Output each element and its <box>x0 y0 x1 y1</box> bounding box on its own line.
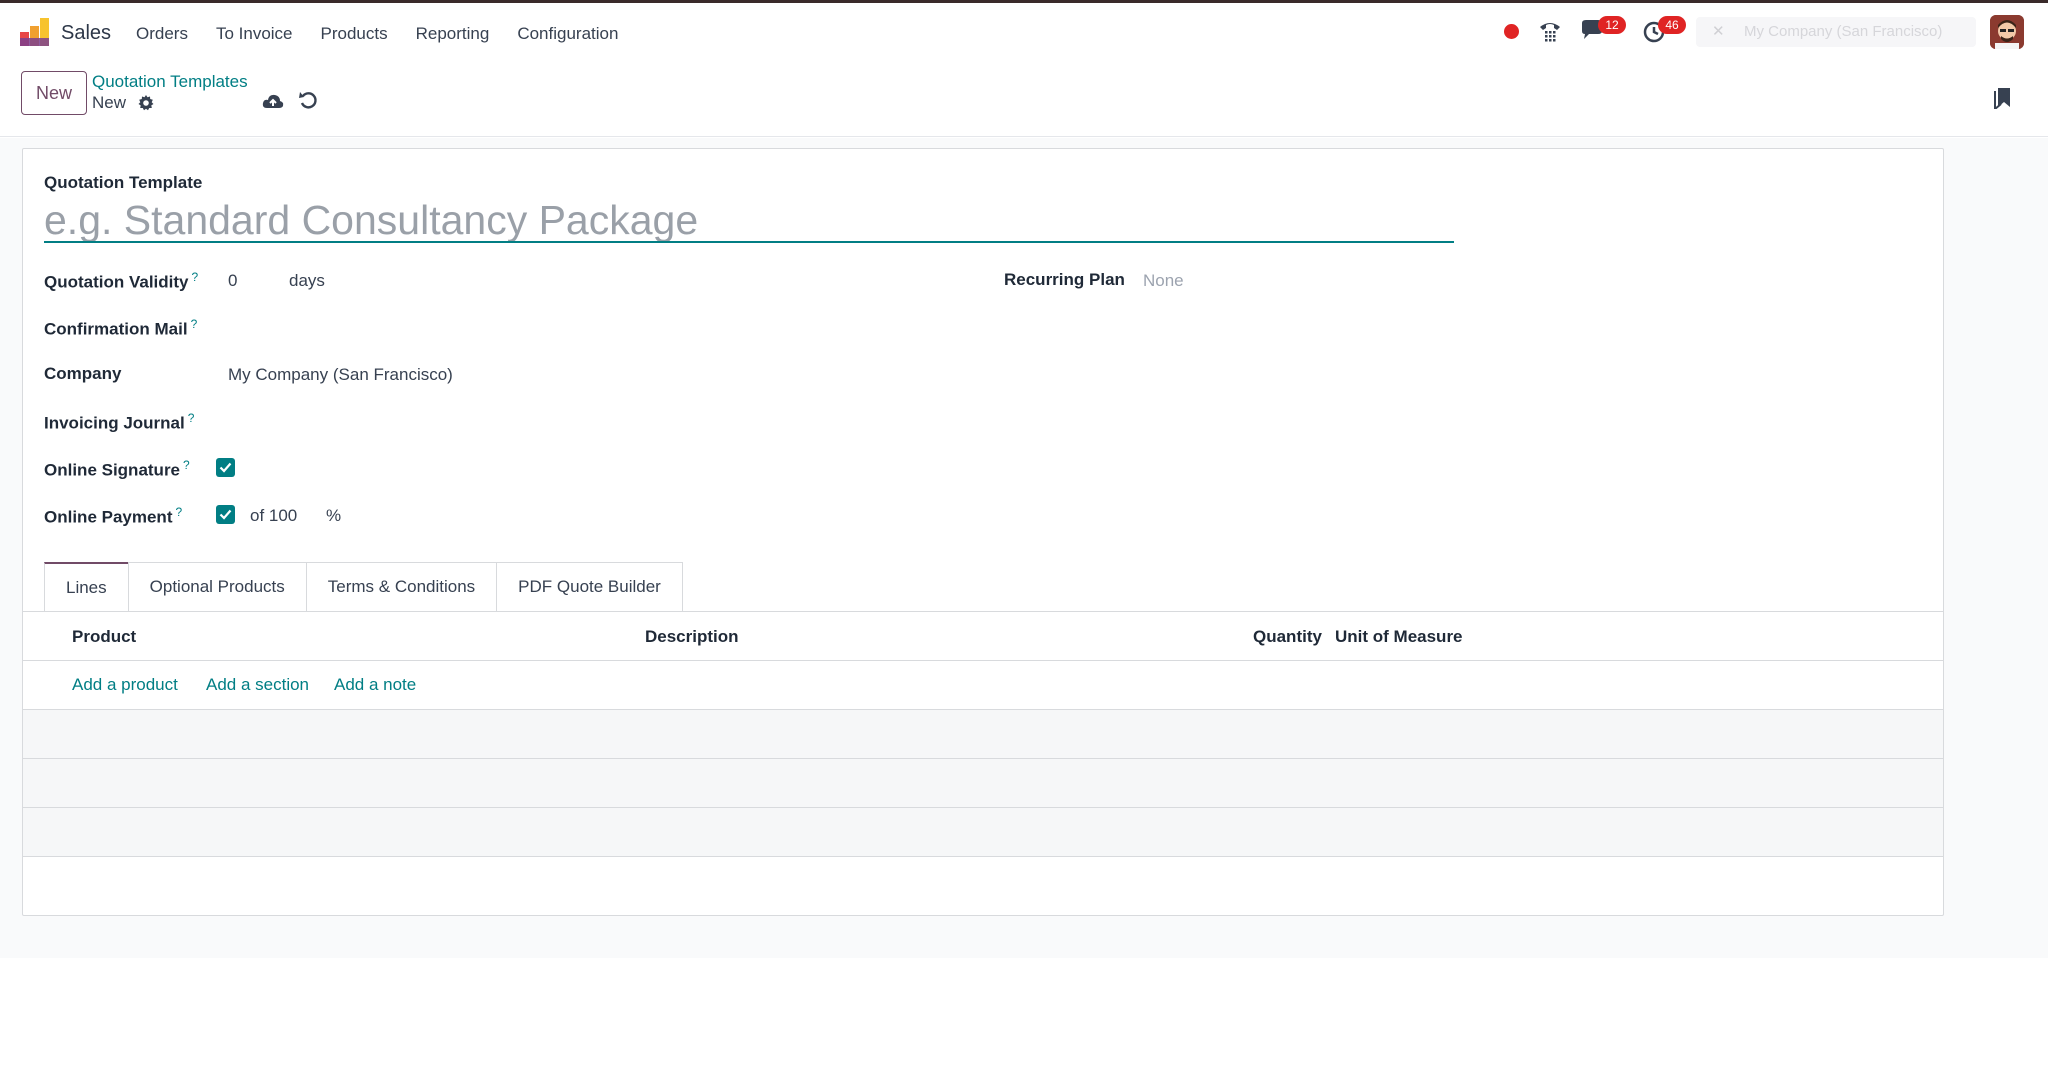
column-product[interactable]: Product <box>72 627 136 647</box>
online-signature-checkbox[interactable] <box>216 458 235 477</box>
online-signature-label: Online Signature? <box>44 458 190 481</box>
messages-badge: 12 <box>1598 16 1626 34</box>
prepayment-percent-unit: % <box>326 506 342 525</box>
notebook-tabs: Lines Optional Products Terms & Conditio… <box>44 562 683 612</box>
quotation-validity-label: Quotation Validity? <box>44 270 198 293</box>
online-signature-text: Online Signature <box>44 460 181 480</box>
menu-to-invoice[interactable]: To Invoice <box>216 24 293 44</box>
column-unit-of-measure[interactable]: Unit of Measure <box>1335 627 1463 647</box>
template-name-label: Quotation Template <box>44 173 203 192</box>
menu-reporting[interactable]: Reporting <box>416 24 490 44</box>
recording-indicator-icon[interactable] <box>1504 24 1519 39</box>
prepayment-percent-input[interactable]: of 100 <box>250 506 297 526</box>
discard-undo-icon[interactable] <box>298 90 318 110</box>
column-description[interactable]: Description <box>645 627 739 647</box>
lines-table-header: Product Description Quantity Unit of Mea… <box>23 612 1943 661</box>
recurring-plan-field[interactable]: None <box>1143 271 1184 291</box>
online-payment-checkbox[interactable] <box>216 505 235 524</box>
gear-icon[interactable] <box>137 94 155 112</box>
tab-optional-products[interactable]: Optional Products <box>127 562 307 612</box>
menu-products[interactable]: Products <box>321 24 388 44</box>
invoicing-journal-field[interactable] <box>228 411 828 433</box>
recurring-plan-label: Recurring Plan <box>1004 270 1125 289</box>
company-switcher[interactable]: ✕ My Company (San Francisco) <box>1696 17 1976 47</box>
quotation-validity-unit: days <box>289 271 325 290</box>
confirmation-mail-field[interactable] <box>228 317 828 339</box>
close-icon: ✕ <box>1712 23 1725 40</box>
invoicing-journal-text: Invoicing Journal <box>44 413 185 433</box>
help-tooltip-icon[interactable]: ? <box>192 270 199 284</box>
online-payment-label: Online Payment? <box>44 505 182 528</box>
invoicing-journal-label: Invoicing Journal? <box>44 411 194 434</box>
tab-pdf-quote-builder[interactable]: PDF Quote Builder <box>496 562 683 612</box>
online-payment-text: Online Payment <box>44 507 173 527</box>
save-cloud-icon[interactable] <box>262 91 284 111</box>
main-menu: Orders To Invoice Products Reporting Con… <box>136 24 646 44</box>
quotation-validity-text: Quotation Validity <box>44 272 189 292</box>
menu-orders[interactable]: Orders <box>136 24 188 44</box>
checkmark-icon <box>219 462 232 473</box>
table-add-row: Add a product Add a section Add a note <box>23 661 1943 710</box>
control-panel: New Quotation Templates New <box>0 61 2048 137</box>
table-row <box>23 710 1943 759</box>
add-note-link[interactable]: Add a note <box>334 675 416 695</box>
app-name[interactable]: Sales <box>61 22 111 45</box>
company-switcher-label: My Company (San Francisco) <box>1744 23 1943 40</box>
bookmark-icon[interactable] <box>1992 85 2014 109</box>
company-label: Company <box>44 364 122 383</box>
breadcrumb-quotation-templates[interactable]: Quotation Templates <box>92 72 248 92</box>
help-tooltip-icon[interactable]: ? <box>183 458 190 472</box>
menu-configuration[interactable]: Configuration <box>517 24 618 44</box>
add-section-link[interactable]: Add a section <box>206 675 309 695</box>
confirmation-mail-label: Confirmation Mail? <box>44 317 197 340</box>
table-row <box>23 808 1943 857</box>
help-tooltip-icon[interactable]: ? <box>175 505 182 519</box>
tab-lines[interactable]: Lines <box>44 562 129 612</box>
activities-badge: 46 <box>1658 16 1686 34</box>
phone-icon[interactable] <box>1537 18 1563 44</box>
form-sheet: Quotation Template Quotation Validity? 0… <box>22 148 1944 916</box>
sales-app-icon[interactable] <box>20 18 50 48</box>
checkmark-icon <box>219 509 232 520</box>
add-product-link[interactable]: Add a product <box>72 675 178 695</box>
company-field[interactable]: My Company (San Francisco) <box>228 365 453 385</box>
template-name-input[interactable] <box>44 199 1454 243</box>
user-avatar[interactable] <box>1990 15 2024 49</box>
new-button[interactable]: New <box>21 71 87 115</box>
breadcrumb-current-record: New <box>92 93 127 112</box>
avatar-image <box>1990 15 2024 49</box>
quotation-validity-input[interactable]: 0 <box>228 271 237 291</box>
help-tooltip-icon[interactable]: ? <box>188 411 195 425</box>
help-tooltip-icon[interactable]: ? <box>191 317 198 331</box>
column-quantity[interactable]: Quantity <box>1253 627 1322 647</box>
tab-terms-conditions[interactable]: Terms & Conditions <box>305 562 498 612</box>
confirmation-mail-text: Confirmation Mail <box>44 319 188 339</box>
table-row <box>23 759 1943 808</box>
